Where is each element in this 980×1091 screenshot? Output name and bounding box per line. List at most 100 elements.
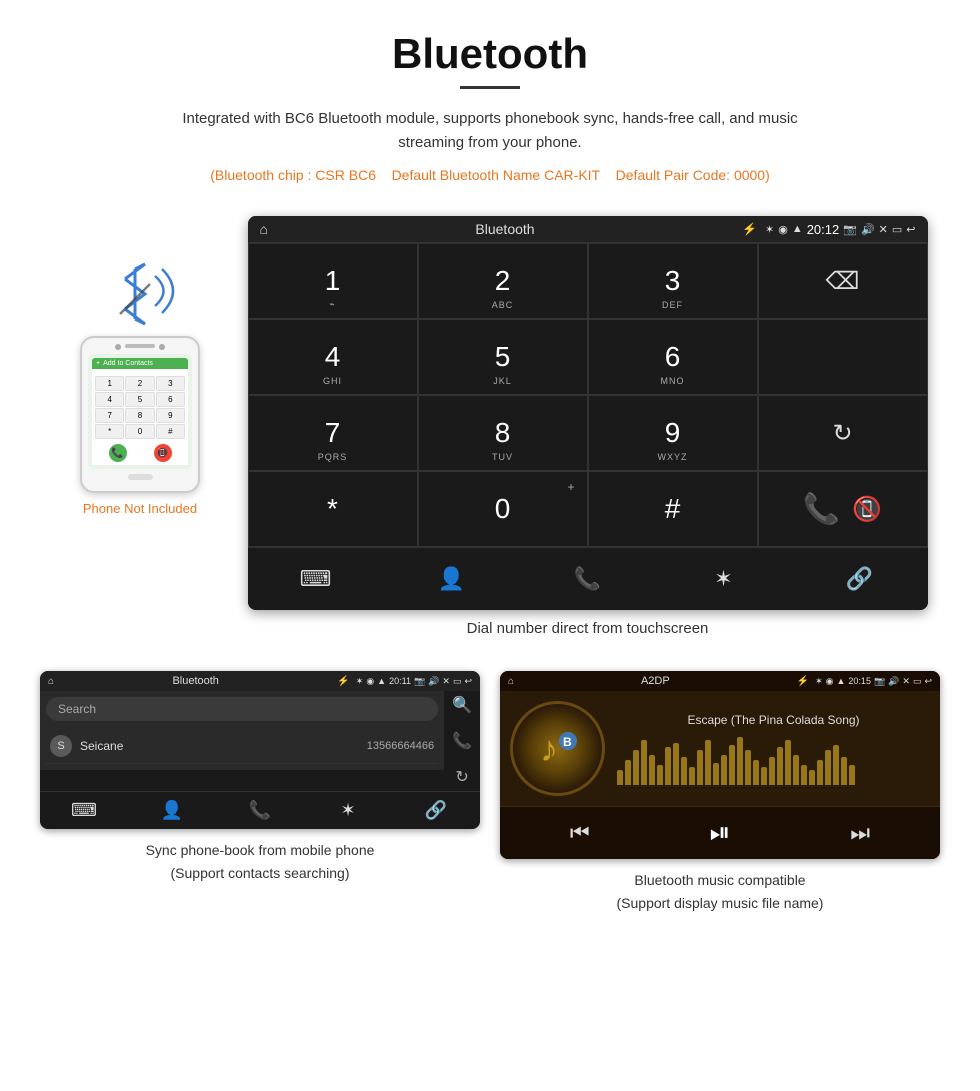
phonebook-caption-line1: Sync phone-book from mobile phone (146, 842, 375, 858)
close-icon: ✕ (879, 223, 888, 236)
key-0-num: 0 (495, 493, 511, 525)
bt-code-info: Default Pair Code: 0000) (616, 167, 770, 183)
music-back-icon[interactable]: ↩ (924, 676, 932, 687)
play-pause-button[interactable]: ⏯ (710, 817, 731, 849)
next-track-button[interactable]: ⏭ (850, 820, 870, 846)
music-caption-line2: (Support display music file name) (617, 895, 824, 911)
pb-bottom-bar: ⌨ 👤 📞 ✶ 🔗 (40, 791, 480, 829)
backspace-icon: ⌫ (826, 267, 860, 296)
pb-camera-icon: 📷 (414, 676, 425, 687)
key-6-num: 6 (665, 341, 681, 373)
back-icon[interactable]: ↩ (906, 223, 915, 236)
pb-contact-number: 13566664466 (367, 740, 434, 752)
dialer-key-3[interactable]: 3 DEF (588, 243, 758, 319)
dialer-key-2[interactable]: 2 ABC (418, 243, 588, 319)
dialer-key-7[interactable]: 7 PQRS (248, 395, 418, 471)
phone-key-1: 1 (95, 376, 124, 391)
pb-status-icons: ✶ ◉ ▲ 20:11 📷 🔊 ✕ ▭ ↩ (356, 676, 472, 687)
key-9-num: 9 (665, 417, 681, 449)
music-signal-icon: ▲ (837, 676, 846, 687)
phone-bottom-buttons: 📞 📵 (95, 444, 185, 462)
phone-screen-icon: + (96, 360, 100, 367)
wave-bar (761, 767, 767, 785)
pb-nav-keypad[interactable]: ⌨ (40, 800, 128, 821)
music-volume-icon: 🔊 (888, 676, 899, 687)
phone-key-6: 6 (156, 392, 185, 407)
pb-side-search-icon[interactable]: 🔍 (452, 695, 472, 715)
music-window-icon: ▭ (913, 676, 922, 687)
music-time: 20:15 (848, 676, 871, 687)
wave-bar (721, 755, 727, 785)
phone-screen-content: 1 2 3 4 5 6 7 8 9 * 0 # 📞 (92, 369, 188, 465)
wave-bar (849, 765, 855, 785)
key-1-sub: ⌁ (329, 299, 335, 310)
android-dialer-screen: ⌂ Bluetooth ⚡ ✶ ◉ ▲ 20:12 📷 🔊 ✕ ▭ ↩ (248, 216, 928, 610)
dialer-key-8[interactable]: 8 TUV (418, 395, 588, 471)
pb-signal-icon: ▲ (377, 676, 386, 687)
prev-track-button[interactable]: ⏮ (570, 820, 590, 846)
phone-key-star: * (95, 424, 124, 439)
dialer-key-1[interactable]: 1 ⌁ (248, 243, 418, 319)
dialer-grid: 1 ⌁ 2 ABC 3 DEF ⌫ 4 GHI (248, 242, 928, 547)
answer-call-button[interactable]: 📞 (803, 492, 840, 527)
key-8-sub: TUV (492, 452, 513, 462)
music-home-icon[interactable]: ⌂ (508, 676, 514, 687)
wave-bar (777, 747, 783, 785)
dialer-key-6[interactable]: 6 MNO (588, 319, 758, 395)
dialer-key-0[interactable]: 0 + (418, 471, 588, 547)
key-2-sub: ABC (492, 300, 514, 310)
phone-not-included-label: Phone Not Included (83, 501, 197, 516)
pb-back-icon[interactable]: ↩ (464, 676, 472, 687)
dialer-nav-phone[interactable]: 📞 (520, 558, 656, 600)
pb-nav-phone[interactable]: 📞 (216, 800, 304, 821)
pb-side-call-icon[interactable]: 📞 (452, 731, 472, 751)
dialer-nav-link[interactable]: 🔗 (792, 558, 928, 600)
page-title: Bluetooth (20, 30, 960, 78)
dialer-key-hash[interactable]: # (588, 471, 758, 547)
dialer-key-9[interactable]: 9 WXYZ (588, 395, 758, 471)
svg-text:B: B (563, 735, 572, 749)
wave-bar (745, 750, 751, 785)
wave-bar (753, 760, 759, 785)
music-info: Escape (The Pina Colada Song) (617, 713, 930, 785)
phonebook-caption-line2: (Support contacts searching) (171, 865, 350, 881)
key-4-sub: GHI (323, 376, 342, 386)
dialer-key-star[interactable]: * (248, 471, 418, 547)
dialer-home-icon[interactable]: ⌂ (260, 221, 268, 237)
dialer-reload[interactable]: ↻ (758, 395, 928, 471)
end-call-button[interactable]: 📵 (852, 495, 882, 524)
pb-side-reload-icon[interactable]: ↻ (455, 767, 468, 787)
phone-end-button: 📵 (154, 444, 172, 462)
pb-main-content: Search S Seicane 13566664466 (40, 691, 444, 791)
music-status-icons: ✶ ◉ ▲ 20:15 📷 🔊 ✕ ▭ ↩ (815, 676, 932, 687)
pb-nav-link[interactable]: 🔗 (392, 800, 480, 821)
pb-nav-contacts[interactable]: 👤 (128, 800, 216, 821)
dialer-nav-bluetooth[interactable]: ✶ (656, 558, 792, 600)
pb-home-icon[interactable]: ⌂ (48, 676, 54, 687)
phone-key-3: 3 (156, 376, 185, 391)
pb-screen-title: Bluetooth (60, 675, 331, 687)
dialer-status-bar: ⌂ Bluetooth ⚡ ✶ ◉ ▲ 20:12 📷 🔊 ✕ ▭ ↩ (248, 216, 928, 242)
pb-close-icon: ✕ (442, 676, 450, 687)
music-block: ⌂ A2DP ⚡ ✶ ◉ ▲ 20:15 📷 🔊 ✕ ▭ ↩ (500, 671, 940, 914)
music-close-icon: ✕ (902, 676, 910, 687)
dialer-nav-keypad[interactable]: ⌨ (248, 558, 384, 600)
bt-signal-svg (100, 256, 180, 326)
pb-nav-bluetooth[interactable]: ✶ (304, 800, 392, 821)
dialer-backspace[interactable]: ⌫ (758, 243, 928, 319)
pb-window-icon: ▭ (453, 676, 462, 687)
wave-bar (825, 750, 831, 785)
dialer-key-5[interactable]: 5 JKL (418, 319, 588, 395)
wave-bar (689, 767, 695, 785)
phone-screen-label: Add to Contacts (103, 360, 153, 367)
pb-contact-item[interactable]: S Seicane 13566664466 (46, 729, 438, 764)
pb-contact-name: Seicane (80, 739, 367, 753)
pb-search-bar[interactable]: Search (46, 697, 438, 721)
pb-side-icons: 🔍 📞 ↻ (444, 691, 480, 791)
page-header: Bluetooth Integrated with BC6 Bluetooth … (0, 0, 980, 216)
music-camera-icon: 📷 (874, 676, 885, 687)
phone-home-button (128, 474, 153, 480)
dialer-key-4[interactable]: 4 GHI (248, 319, 418, 395)
dialer-nav-contacts[interactable]: 👤 (384, 558, 520, 600)
key-8-num: 8 (495, 417, 511, 449)
